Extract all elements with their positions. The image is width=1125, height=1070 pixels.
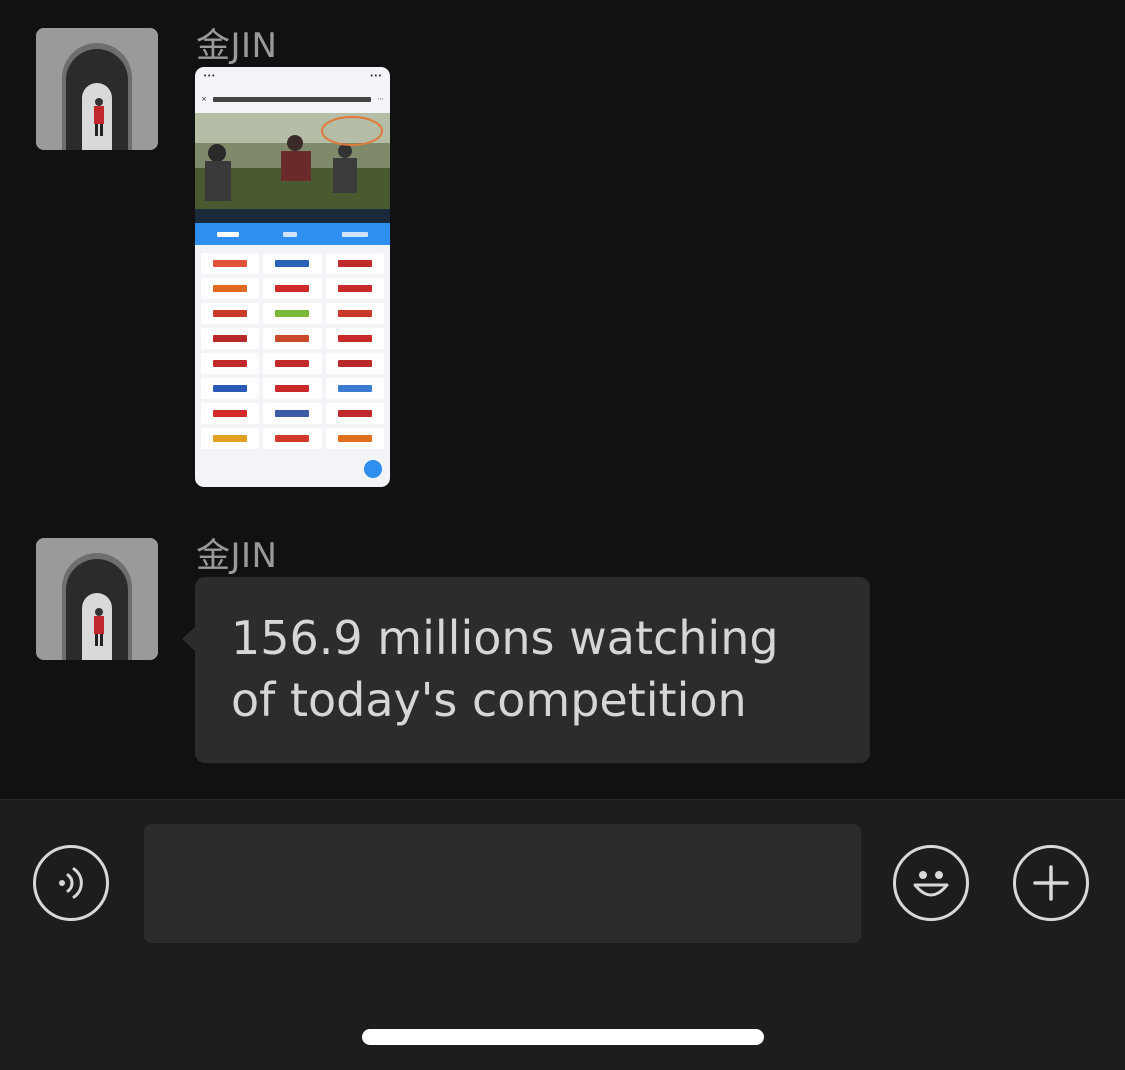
image-logo-grid [195, 245, 390, 457]
add-button[interactable] [1013, 845, 1089, 921]
message-text: 156.9 millions watching of today's compe… [231, 611, 779, 727]
image-tabs [195, 223, 390, 245]
emoji-icon [913, 871, 949, 897]
voice-icon [59, 867, 83, 899]
shared-image[interactable]: ••• ••• × ⋯ [195, 67, 390, 487]
message-bubble[interactable]: 156.9 millions watching of today's compe… [195, 577, 870, 763]
image-video [195, 113, 390, 209]
input-bar [0, 799, 1125, 1070]
bubble-tail [182, 626, 196, 652]
emoji-button[interactable] [893, 845, 969, 921]
avatar[interactable] [36, 28, 158, 150]
sender-name: 金JIN [196, 536, 278, 576]
video-controls [195, 209, 390, 223]
avatar[interactable] [36, 538, 158, 660]
message-input[interactable] [144, 824, 861, 943]
sender-name: 金JIN [196, 26, 278, 66]
image-title-bar: × ⋯ [201, 95, 384, 103]
home-indicator [362, 1029, 764, 1045]
voice-button[interactable] [33, 845, 109, 921]
plus-icon [1033, 865, 1069, 901]
image-fab [364, 460, 382, 478]
status-bar: ••• ••• [203, 72, 382, 80]
